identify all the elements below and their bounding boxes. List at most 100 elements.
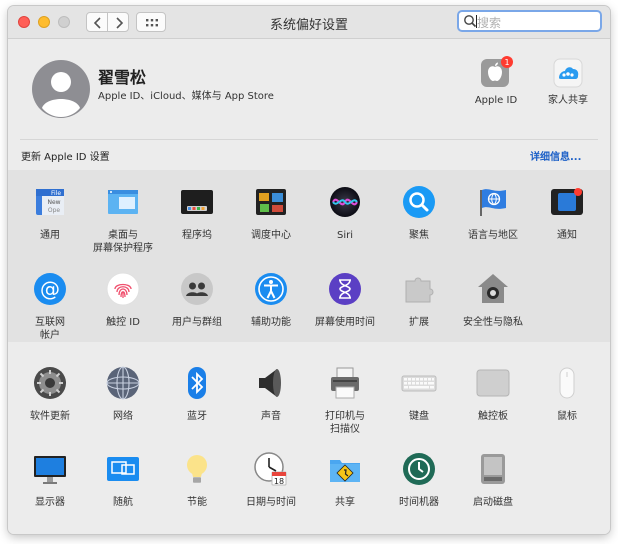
trackpad-icon (476, 369, 510, 397)
svg-text:File: File (51, 190, 61, 197)
pane-language-region-label: 语言与地区 (468, 230, 518, 241)
pane-date-time[interactable]: 18 日期与时间 (234, 451, 308, 509)
pane-screen-time[interactable]: 屏幕使用时间 (308, 271, 382, 329)
printers-scanners-icon (331, 367, 359, 399)
pane-bluetooth[interactable]: 蓝牙 (160, 365, 234, 423)
svg-text:@: @ (40, 277, 60, 301)
pane-startup-disk[interactable]: 启动磁盘 (456, 451, 530, 509)
mission-control-icon (256, 189, 286, 215)
pane-spotlight[interactable]: 聚焦 (382, 184, 456, 242)
user-name: 翟雪松 (98, 68, 147, 87)
pane-mouse-label: 鼠标 (557, 411, 577, 422)
pane-printers-scanners-label: 打印机与 扫描仪 (325, 411, 365, 435)
keyboard-icon (401, 375, 437, 392)
spotlight-icon (403, 186, 435, 218)
update-apple-id-text: 更新 Apple ID 设置 (21, 152, 110, 163)
pane-language-region[interactable]: 语言与地区 (456, 184, 530, 242)
pane-mouse[interactable]: 鼠标 (530, 365, 604, 423)
divider (20, 139, 598, 140)
family-sharing-icon (553, 58, 583, 88)
pane-accessibility[interactable]: 辅助功能 (234, 271, 308, 329)
pane-printers-scanners[interactable]: 打印机与 扫描仪 (308, 365, 382, 436)
sound-icon (259, 369, 281, 397)
users-groups-icon (181, 273, 213, 305)
pane-keyboard-label: 键盘 (409, 411, 429, 422)
pane-siri[interactable]: Siri (308, 184, 382, 242)
pane-energy-saver-label: 节能 (187, 497, 207, 508)
pane-touch-id[interactable]: 触控 ID (86, 271, 160, 329)
pane-sound[interactable]: 声音 (234, 365, 308, 423)
svg-text:New: New (47, 199, 60, 206)
mouse-icon (559, 367, 575, 399)
pane-startup-disk-label: 启动磁盘 (473, 497, 513, 508)
language-region-icon (480, 189, 506, 216)
pane-displays[interactable]: 显示器 (13, 451, 87, 509)
pane-trackpad[interactable]: 触控板 (456, 365, 530, 423)
avatar[interactable] (32, 60, 90, 118)
displays-icon (34, 456, 66, 484)
pane-sharing-label: 共享 (335, 497, 355, 508)
pane-extensions[interactable]: 扩展 (382, 271, 456, 329)
pane-time-machine-label: 时间机器 (399, 497, 439, 508)
sidecar-icon (107, 457, 139, 481)
energy-saver-icon (187, 455, 207, 483)
search-field[interactable]: 搜索 (457, 10, 602, 32)
hardware-panes-section: 软件更新 网络 蓝牙 声音 打印机与 扫描仪 键盘 触控板 鼠标 显示器 随航 … (8, 343, 610, 534)
date-time-icon: 18 (254, 452, 287, 486)
search-placeholder: 搜索 (477, 16, 502, 30)
network-icon (106, 366, 140, 400)
pane-sidecar-label: 随航 (113, 497, 133, 508)
pane-extensions-label: 扩展 (409, 317, 429, 328)
pane-security-privacy[interactable]: 安全性与隐私 (456, 271, 530, 329)
siri-icon (330, 187, 360, 217)
startup-disk-icon (481, 454, 505, 484)
time-machine-icon (403, 453, 435, 485)
pane-time-machine[interactable]: 时间机器 (382, 451, 456, 509)
desktop-screensaver-icon (108, 190, 138, 214)
pane-date-time-label: 日期与时间 (246, 497, 296, 508)
pane-energy-saver[interactable]: 节能 (160, 451, 234, 509)
pane-users-groups[interactable]: 用户与群组 (160, 271, 234, 329)
pane-mission-control[interactable]: 调度中心 (234, 184, 308, 242)
calendar-date-number: 18 (274, 477, 284, 486)
extensions-icon (405, 277, 434, 303)
security-privacy-icon (478, 274, 508, 303)
pane-desktop-screensaver-label: 桌面与 屏幕保护程序 (93, 230, 153, 254)
pane-bluetooth-label: 蓝牙 (187, 411, 207, 422)
pane-touch-id-label: 触控 ID (106, 317, 140, 328)
notifications-icon (551, 188, 583, 215)
pane-general[interactable]: File New Ope 通用 (13, 184, 87, 242)
family-sharing-label: 家人共享 (548, 95, 588, 106)
pane-mission-control-label: 调度中心 (251, 230, 291, 241)
accessibility-icon (255, 273, 287, 305)
pane-siri-label: Siri (336, 230, 353, 241)
pane-displays-label: 显示器 (35, 497, 65, 508)
pane-accessibility-label: 辅助功能 (251, 317, 291, 328)
search-icon (464, 15, 477, 28)
pane-screen-time-label: 屏幕使用时间 (315, 317, 375, 328)
pane-network[interactable]: 网络 (86, 365, 160, 423)
pane-sidecar[interactable]: 随航 (86, 451, 160, 509)
svg-text:Ope: Ope (48, 207, 61, 214)
apple-id-badge: 1 (504, 58, 509, 67)
pane-dock[interactable]: 程序坞 (160, 184, 234, 242)
pane-security-privacy-label: 安全性与隐私 (463, 317, 523, 328)
pane-notifications[interactable]: 通知 (530, 184, 604, 242)
pane-spotlight-label: 聚焦 (409, 230, 429, 241)
internet-accounts-icon: @ (34, 273, 66, 305)
pane-sharing[interactable]: 共享 (308, 451, 382, 509)
pane-trackpad-label: 触控板 (478, 411, 508, 422)
apple-id-header: 翟雪松 Apple ID、iCloud、媒体与 App Store 1 Appl… (8, 39, 610, 148)
family-sharing-pane[interactable]: 家人共享 (528, 56, 608, 107)
pane-internet-accounts[interactable]: @ 互联网 帐户 (13, 271, 87, 342)
pane-desktop-screensaver[interactable]: 桌面与 屏幕保护程序 (86, 184, 160, 255)
details-link[interactable]: 详细信息... (530, 148, 581, 163)
pane-sound-label: 声音 (261, 411, 281, 422)
apple-id-pane[interactable]: 1 Apple ID (456, 56, 536, 107)
pane-keyboard[interactable]: 键盘 (382, 365, 456, 423)
pane-software-update[interactable]: 软件更新 (13, 365, 87, 423)
system-preferences-window: 系统偏好设置 搜索 翟雪松 Apple ID、iCloud、媒体与 App St… (8, 6, 610, 534)
apple-id-icon: 1 (481, 56, 513, 87)
pane-notifications-label: 通知 (557, 230, 577, 241)
pane-users-groups-label: 用户与群组 (172, 317, 222, 328)
